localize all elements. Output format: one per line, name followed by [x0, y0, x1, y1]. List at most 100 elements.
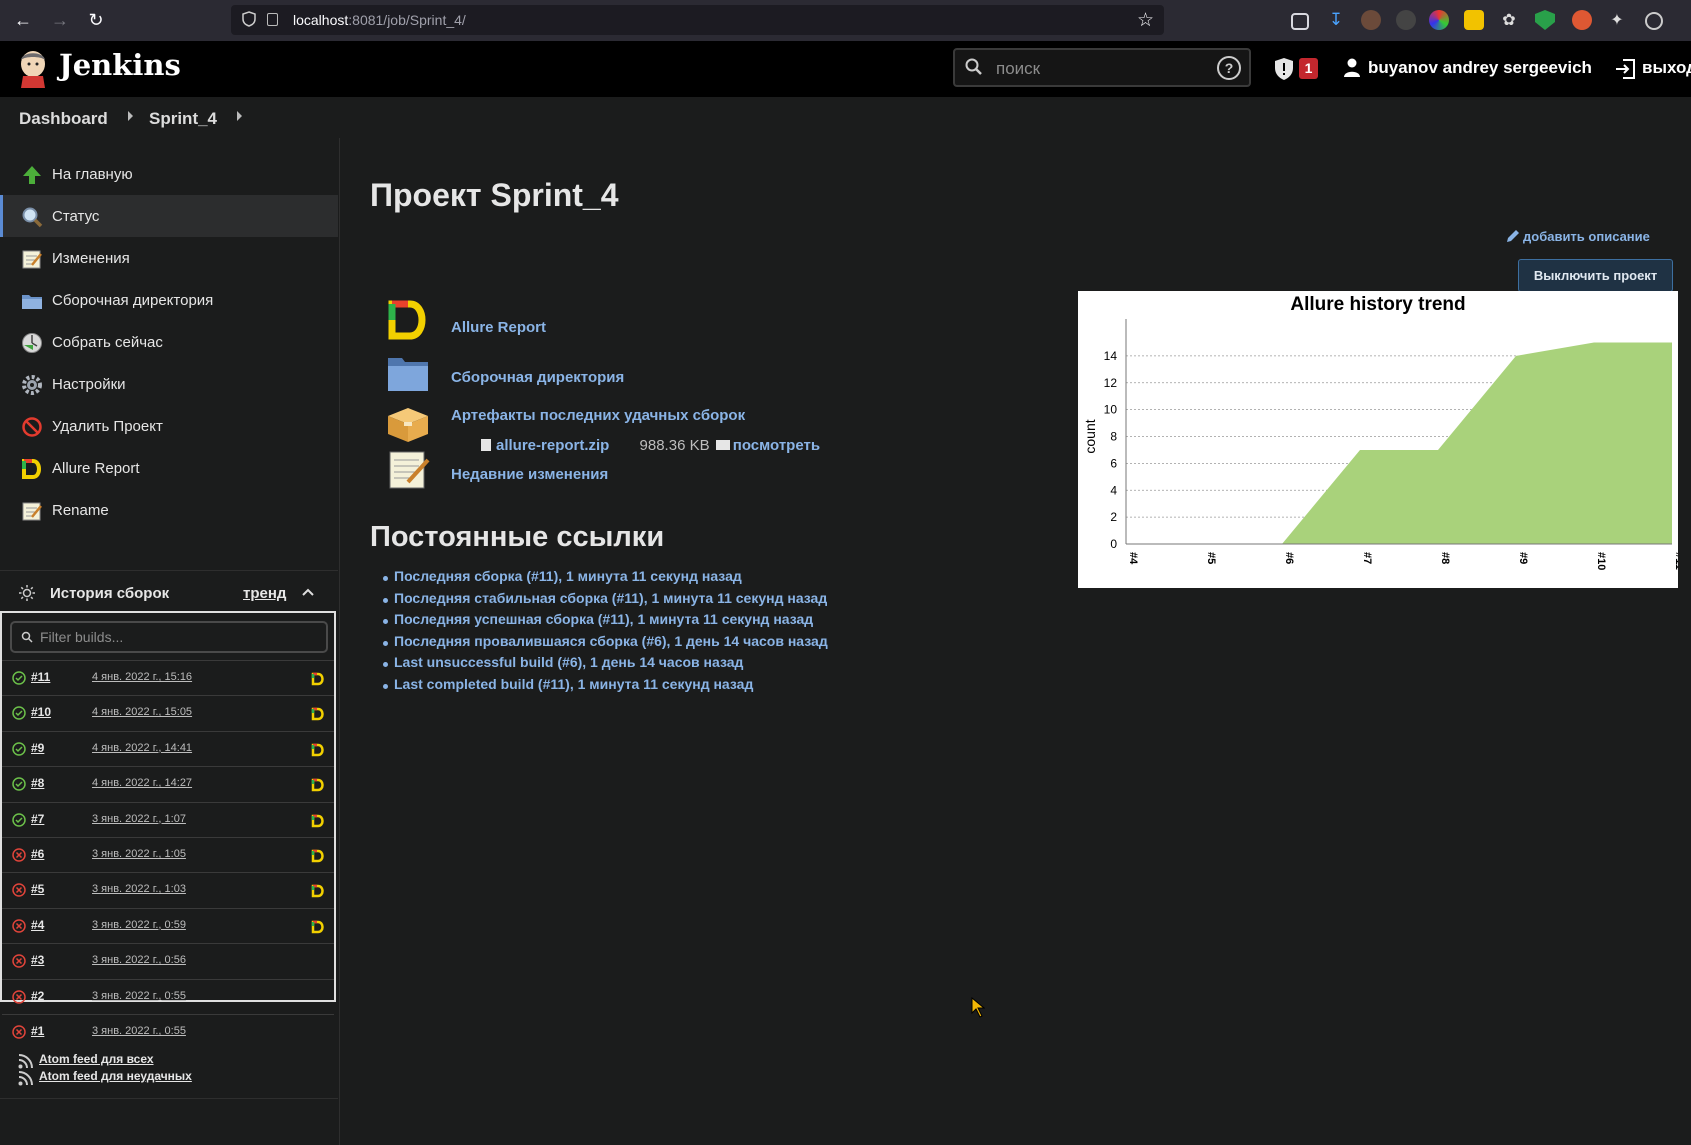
build-number-link[interactable]: #2: [31, 989, 44, 1003]
build-number-link[interactable]: #10: [31, 705, 51, 719]
build-number-link[interactable]: #1: [31, 1024, 44, 1038]
pencil-icon[interactable]: [1505, 229, 1520, 244]
build-number-link[interactable]: #8: [31, 776, 44, 790]
build-row[interactable]: #7 3 янв. 2022 г., 1:07: [2, 801, 334, 838]
disable-project-button[interactable]: Выключить проект: [1518, 259, 1673, 292]
artifacts-link[interactable]: Артефакты последних удачных сборок: [451, 407, 745, 424]
extension-shield-icon[interactable]: [1535, 10, 1555, 30]
logout-link[interactable]: выход: [1642, 58, 1691, 78]
breadcrumb-separator-icon[interactable]: [128, 111, 133, 121]
build-number-link[interactable]: #4: [31, 918, 44, 932]
build-row[interactable]: #11 4 янв. 2022 г., 15:16: [2, 660, 334, 696]
extension-folder-icon[interactable]: [1464, 10, 1484, 30]
build-number-link[interactable]: #11: [31, 670, 50, 684]
extension-color-icon[interactable]: [1429, 10, 1449, 30]
build-date-link[interactable]: 3 янв. 2022 г., 0:55: [92, 1025, 186, 1037]
build-date-link[interactable]: 4 янв. 2022 г., 14:27: [92, 777, 192, 789]
build-date-link[interactable]: 4 янв. 2022 г., 14:41: [92, 742, 192, 754]
allure-icon[interactable]: [311, 743, 325, 757]
build-row[interactable]: #4 3 янв. 2022 г., 0:59: [2, 907, 334, 944]
chevron-up-icon[interactable]: [302, 586, 314, 598]
build-number-link[interactable]: #6: [31, 847, 44, 861]
allure-trend-chart[interactable]: Allure history trend count 0 2 4 6 8 10 12 14 #4 #5…: [1078, 291, 1685, 588]
build-number-link[interactable]: #7: [31, 812, 44, 826]
build-row[interactable]: #6 3 янв. 2022 г., 1:05: [2, 837, 334, 873]
allure-icon[interactable]: [311, 884, 325, 898]
build-row[interactable]: #5 3 янв. 2022 г., 1:03: [2, 872, 334, 908]
allure-icon[interactable]: [311, 778, 325, 792]
filter-builds-input[interactable]: Filter builds...: [10, 621, 328, 653]
build-date-link[interactable]: 3 янв. 2022 г., 0:59: [92, 919, 186, 931]
build-row[interactable]: #8 4 янв. 2022 г., 14:27: [2, 766, 334, 802]
build-row[interactable]: #9 4 янв. 2022 г., 14:41: [2, 730, 334, 767]
forward-icon[interactable]: →: [47, 8, 73, 32]
sidebar-item-build-now[interactable]: Собрать сейчас: [0, 321, 338, 363]
folder-icon[interactable]: [386, 351, 430, 395]
build-number-link[interactable]: #3: [31, 953, 44, 967]
build-date-link[interactable]: 4 янв. 2022 г., 15:16: [92, 671, 192, 683]
notepad-icon[interactable]: [386, 446, 430, 490]
build-number-link[interactable]: #9: [31, 741, 44, 755]
build-date-link[interactable]: 3 янв. 2022 г., 1:03: [92, 883, 186, 895]
sidebar-item-status[interactable]: Статус: [0, 195, 338, 237]
url-bar[interactable]: localhost:8081/job/Sprint_4/ ☆: [231, 5, 1164, 35]
permalink-item[interactable]: Последняя провалившаяся сборка (#6), 1 д…: [383, 633, 828, 655]
pocket-icon[interactable]: [1291, 13, 1309, 30]
permalink-item[interactable]: Last unsuccessful build (#6), 1 день 14 …: [383, 654, 828, 676]
breadcrumb-dashboard[interactable]: Dashboard: [19, 109, 108, 129]
brand-name[interactable]: Jenkins: [59, 48, 181, 82]
allure-icon[interactable]: [311, 849, 325, 863]
back-icon[interactable]: ←: [10, 8, 36, 32]
user-name[interactable]: buyanov andrey sergeevich: [1368, 58, 1592, 78]
build-date-link[interactable]: 3 янв. 2022 г., 0:55: [92, 990, 186, 1002]
sidebar-item-allure-report[interactable]: Allure Report: [0, 447, 338, 489]
permalink-item[interactable]: Last completed build (#11), 1 минута 11 …: [383, 676, 828, 698]
build-date-link[interactable]: 3 янв. 2022 г., 0:56: [92, 954, 186, 966]
sidebar-item-changes[interactable]: Изменения: [0, 237, 338, 279]
add-description-link[interactable]: добавить описание: [1523, 229, 1650, 244]
permalink-item[interactable]: Последняя сборка (#11), 1 минута 11 секу…: [383, 568, 828, 590]
atom-feed-failed-link[interactable]: Atom feed для неудачных: [39, 1069, 192, 1083]
trend-link[interactable]: тренд: [243, 585, 286, 602]
bookmark-star-icon[interactable]: ☆: [1137, 9, 1154, 32]
allure-icon[interactable]: [311, 707, 325, 721]
extension-spy-icon[interactable]: [1396, 10, 1416, 30]
sidebar-item-rename[interactable]: Rename: [0, 489, 338, 531]
allure-icon[interactable]: [386, 298, 430, 342]
build-date-link[interactable]: 3 янв. 2022 г., 1:05: [92, 848, 186, 860]
build-row[interactable]: #2 3 янв. 2022 г., 0:55: [2, 978, 334, 1015]
breadcrumb-separator-icon[interactable]: [237, 111, 242, 121]
sidebar-item-workspace[interactable]: Сборочная директория: [0, 279, 338, 321]
build-date-link[interactable]: 3 янв. 2022 г., 1:07: [92, 813, 186, 825]
extension-bird-icon[interactable]: ✿: [1499, 10, 1519, 30]
jenkins-logo-icon[interactable]: [17, 48, 49, 88]
search-input[interactable]: поиск ?: [953, 48, 1251, 87]
permalink-item[interactable]: Последняя успешная сборка (#11), 1 минут…: [383, 611, 828, 633]
reload-icon[interactable]: ↻: [83, 8, 109, 32]
help-icon[interactable]: ?: [1217, 56, 1241, 80]
artifact-file-link[interactable]: allure-report.zip: [496, 437, 609, 454]
atom-feed-all-link[interactable]: Atom feed для всех: [39, 1052, 154, 1066]
sidebar-item-home[interactable]: На главную: [0, 153, 338, 195]
allure-report-link[interactable]: Allure Report: [451, 319, 546, 336]
url-text[interactable]: localhost:8081/job/Sprint_4/: [293, 12, 466, 28]
permalink-item[interactable]: Последняя стабильная сборка (#11), 1 мин…: [383, 590, 828, 612]
breadcrumb-sprint-4[interactable]: Sprint_4: [149, 109, 217, 129]
recent-changes-link[interactable]: Недавние изменения: [451, 466, 608, 483]
sidebar-item-settings[interactable]: Настройки: [0, 363, 338, 405]
security-badge[interactable]: 1: [1299, 58, 1318, 79]
build-row[interactable]: #10 4 янв. 2022 г., 15:05: [2, 695, 334, 731]
extension-puzzle-icon[interactable]: ✦: [1607, 10, 1627, 30]
logout-icon[interactable]: [1614, 58, 1636, 80]
workspace-link[interactable]: Сборочная директория: [451, 369, 624, 386]
allure-icon[interactable]: [311, 672, 325, 686]
extension-avatar-icon[interactable]: [1361, 10, 1381, 30]
globe-icon[interactable]: [1645, 12, 1663, 30]
allure-icon[interactable]: [311, 814, 325, 828]
duckduckgo-icon[interactable]: [1572, 10, 1592, 30]
build-date-link[interactable]: 4 янв. 2022 г., 15:05: [92, 706, 192, 718]
artifact-view-link[interactable]: посмотреть: [733, 437, 820, 454]
download-icon[interactable]: ↧: [1326, 10, 1346, 30]
tracking-shield-icon[interactable]: [242, 11, 256, 27]
build-row[interactable]: #3 3 янв. 2022 г., 0:56: [2, 943, 334, 979]
